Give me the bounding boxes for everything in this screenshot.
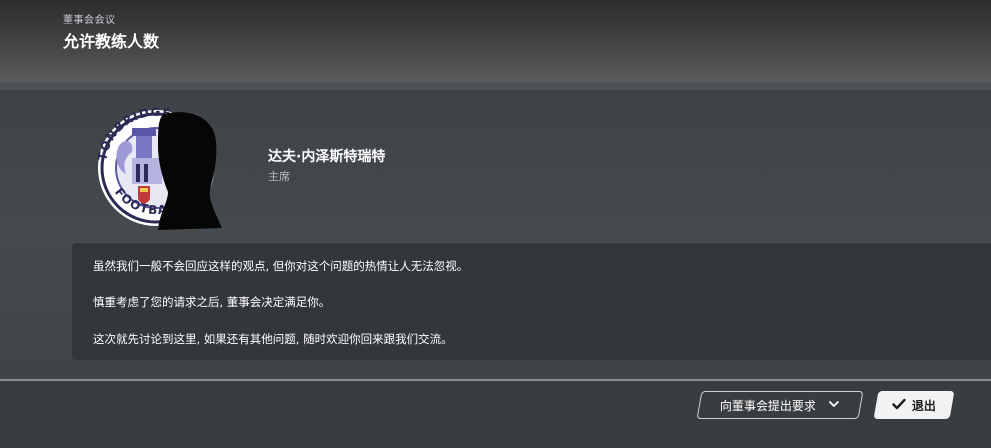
- message-line-2: 慎重考虑了您的请求之后, 董事会决定满足你。: [93, 295, 331, 309]
- exit-button-content: 退出: [892, 397, 936, 414]
- chairman-silhouette: [158, 112, 222, 230]
- club-crest: TONBRIDGE A FOOTBALL C: [92, 102, 222, 230]
- check-icon: [892, 398, 906, 413]
- message-panel: 虽然我们一般不会回应这样的观点, 但你对这个问题的热情让人无法忽视。 慎重考虑了…: [72, 243, 991, 360]
- request-board-button-content: 向董事会提出要求: [720, 397, 840, 414]
- board-meeting-screen: 董事会会议 允许教练人数 TONBRIDGE A FOOTBALL C: [0, 0, 991, 448]
- breadcrumb: 董事会会议: [63, 15, 116, 26]
- request-board-button[interactable]: 向董事会提出要求: [696, 391, 864, 419]
- exit-label: 退出: [911, 398, 936, 413]
- header: 董事会会议 允许教练人数: [0, 0, 991, 82]
- exit-button[interactable]: 退出: [873, 391, 955, 419]
- speaker-name: 达夫·内泽斯特瑞特: [268, 149, 386, 165]
- crest-image: TONBRIDGE A FOOTBALL C: [95, 105, 222, 230]
- request-board-label: 向董事会提出要求: [719, 398, 816, 413]
- message-line-3: 这次就先讨论到这里, 如果还有其他问题, 随时欢迎你回来跟我们交流。: [93, 332, 453, 346]
- chevron-down-icon: [828, 398, 840, 413]
- band-highlight: [0, 82, 991, 90]
- speaker-role: 主席: [268, 170, 290, 183]
- message-line-1: 虽然我们一般不会回应这样的观点, 但你对这个问题的热情让人无法忽视。: [93, 259, 469, 273]
- page-title: 允许教练人数: [63, 32, 160, 51]
